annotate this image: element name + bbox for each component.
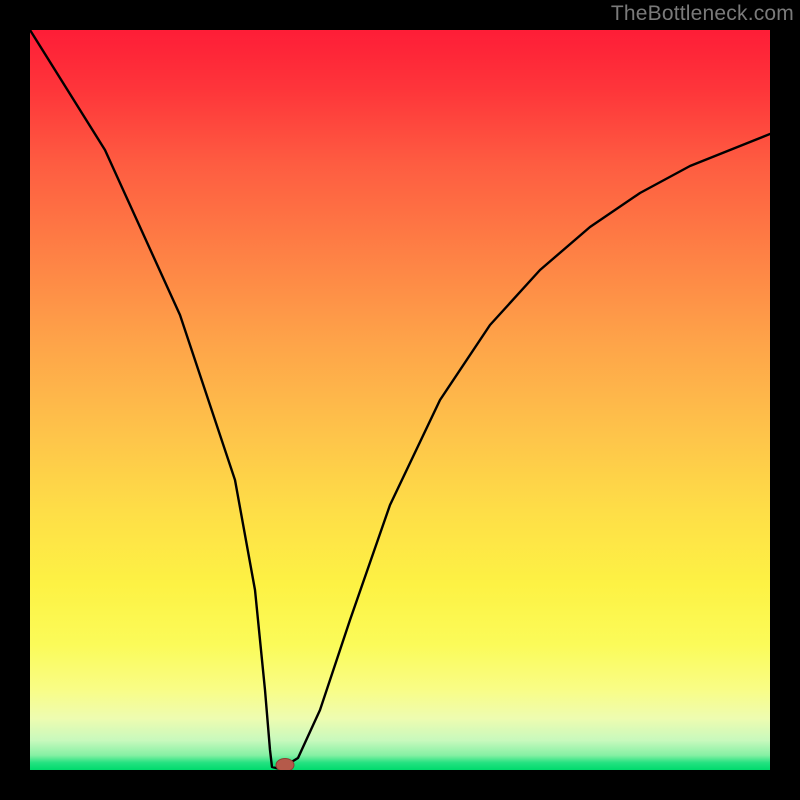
chart-frame: TheBottleneck.com — [0, 0, 800, 800]
curve-layer — [30, 30, 770, 770]
watermark-text: TheBottleneck.com — [611, 2, 794, 26]
minimum-marker — [276, 759, 294, 771]
plot-area — [30, 30, 770, 770]
bottleneck-curve-path — [30, 30, 770, 769]
